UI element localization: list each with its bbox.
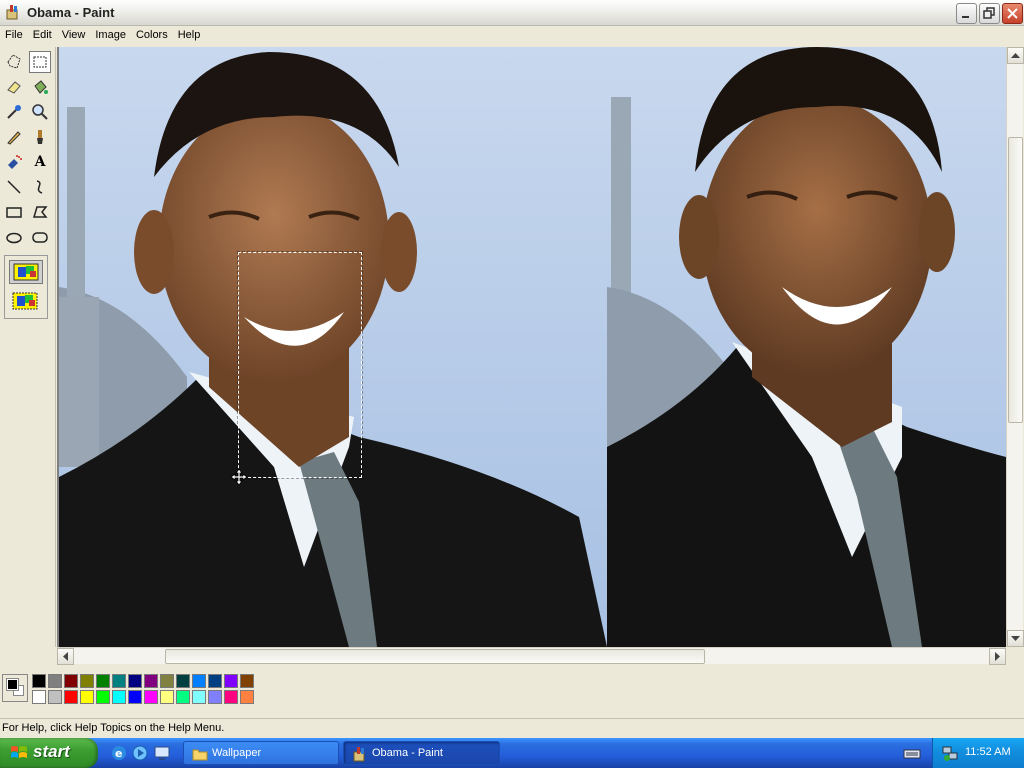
free-form-select-icon[interactable] — [3, 51, 25, 73]
menu-image[interactable]: Image — [90, 26, 131, 46]
pencil-icon[interactable] — [3, 126, 25, 148]
palette-swatch[interactable] — [96, 674, 110, 688]
horizontal-scroll-thumb[interactable] — [165, 649, 705, 664]
selection-options — [4, 255, 48, 319]
folder-icon — [192, 746, 208, 762]
palette-swatch[interactable] — [192, 690, 206, 704]
rect-selection[interactable] — [237, 251, 363, 479]
color-palette — [0, 666, 1024, 712]
palette-swatch[interactable] — [96, 690, 110, 704]
brush-icon[interactable] — [29, 126, 51, 148]
svg-text:e: e — [115, 747, 122, 760]
ellipse-icon[interactable] — [3, 226, 25, 248]
paint-app-icon[interactable] — [5, 4, 21, 20]
horizontal-scrollbar[interactable] — [57, 647, 1006, 665]
title-bar[interactable]: Obama - Paint — [0, 0, 1024, 26]
polygon-icon[interactable] — [29, 201, 51, 223]
menu-edit[interactable]: Edit — [28, 26, 57, 46]
palette-swatch[interactable] — [224, 690, 238, 704]
network-icon[interactable] — [941, 744, 959, 765]
palette-swatch[interactable] — [144, 674, 158, 688]
drawing-canvas[interactable] — [57, 47, 1006, 647]
scroll-right-button[interactable] — [989, 648, 1006, 665]
menu-help[interactable]: Help — [173, 26, 206, 46]
palette-swatch[interactable] — [32, 674, 46, 688]
keyboard-icon[interactable] — [903, 744, 921, 762]
toolbox: A — [0, 47, 56, 647]
menu-file[interactable]: File — [0, 26, 28, 46]
palette-swatch[interactable] — [48, 674, 62, 688]
eraser-icon[interactable] — [3, 76, 25, 98]
palette-swatch[interactable] — [80, 674, 94, 688]
palette-swatch[interactable] — [64, 690, 78, 704]
palette-swatch[interactable] — [208, 674, 222, 688]
status-bar: For Help, click Help Topics on the Help … — [0, 718, 1024, 738]
palette-swatch[interactable] — [240, 674, 254, 688]
palette-swatch[interactable] — [224, 674, 238, 688]
vertical-scrollbar[interactable] — [1006, 47, 1024, 647]
palette-swatch[interactable] — [80, 690, 94, 704]
curve-icon[interactable] — [29, 176, 51, 198]
rounded-rect-icon[interactable] — [29, 226, 51, 248]
window-title: Obama - Paint — [27, 5, 115, 20]
status-help-text: For Help, click Help Topics on the Help … — [2, 722, 225, 734]
airbrush-icon[interactable] — [3, 151, 25, 173]
task-wallpaper-label: Wallpaper — [212, 747, 262, 759]
transparent-selection-option[interactable] — [9, 290, 43, 314]
palette-swatch[interactable] — [112, 690, 126, 704]
magnifier-icon[interactable] — [29, 101, 51, 123]
start-label: start — [33, 742, 70, 761]
palette-swatch[interactable] — [48, 690, 62, 704]
internet-explorer-icon[interactable]: e — [110, 744, 128, 762]
rectangle-icon[interactable] — [3, 201, 25, 223]
paint-icon — [352, 746, 368, 762]
palette-swatch[interactable] — [64, 674, 78, 688]
restore-button[interactable] — [979, 3, 1000, 24]
palette-swatch[interactable] — [128, 674, 142, 688]
palette-swatch[interactable] — [176, 690, 190, 704]
close-button[interactable] — [1002, 3, 1023, 24]
palette-swatch[interactable] — [160, 674, 174, 688]
scroll-left-button[interactable] — [57, 648, 74, 665]
palette-swatch[interactable] — [176, 674, 190, 688]
menu-colors[interactable]: Colors — [131, 26, 173, 46]
palette-swatch[interactable] — [144, 690, 158, 704]
vertical-scroll-thumb[interactable] — [1008, 137, 1023, 423]
opaque-selection-option[interactable] — [9, 260, 43, 284]
taskbar: start e Wallpaper Obama - Paint 11:52 AM — [0, 738, 1024, 768]
windows-logo-icon — [11, 746, 27, 758]
menu-bar: File Edit View Image Colors Help — [0, 26, 1024, 46]
show-desktop-icon[interactable] — [153, 744, 171, 762]
task-obama-paint-label: Obama - Paint — [372, 747, 443, 759]
palette-swatch[interactable] — [128, 690, 142, 704]
rect-select-icon[interactable] — [29, 51, 51, 73]
palette-swatch[interactable] — [32, 690, 46, 704]
line-icon[interactable] — [3, 176, 25, 198]
palette-swatch[interactable] — [240, 690, 254, 704]
media-player-icon[interactable] — [131, 744, 149, 762]
current-colors[interactable] — [2, 674, 28, 702]
start-button[interactable]: start — [0, 738, 98, 768]
palette-swatch[interactable] — [112, 674, 126, 688]
palette-swatch[interactable] — [160, 690, 174, 704]
task-wallpaper[interactable]: Wallpaper — [183, 741, 339, 765]
minimize-button[interactable] — [956, 3, 977, 24]
pick-color-icon[interactable] — [3, 101, 25, 123]
text-icon[interactable]: A — [29, 151, 51, 173]
system-tray: 11:52 AM — [932, 738, 1024, 768]
portrait-image-right — [607, 47, 1006, 647]
move-cursor-icon — [230, 468, 248, 488]
scroll-up-button[interactable] — [1007, 47, 1024, 64]
menu-view[interactable]: View — [57, 26, 91, 46]
palette-swatch[interactable] — [192, 674, 206, 688]
foreground-color — [6, 678, 19, 691]
fill-icon[interactable] — [29, 76, 51, 98]
clock[interactable]: 11:52 AM — [965, 746, 1011, 758]
scroll-down-button[interactable] — [1007, 630, 1024, 647]
paint-window: Obama - Paint File Edit View Image Colors Hel… — [0, 0, 1024, 738]
task-obama-paint[interactable]: Obama - Paint — [343, 741, 500, 765]
palette-swatch[interactable] — [208, 690, 222, 704]
